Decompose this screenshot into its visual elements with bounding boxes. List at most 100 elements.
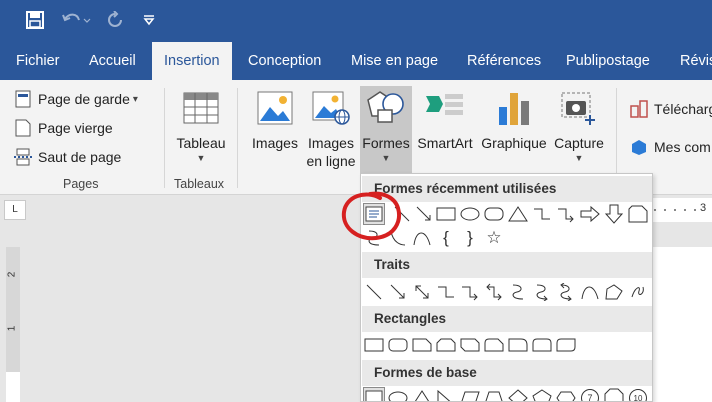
star-shape[interactable]: ☆ [483,227,505,249]
chart-label: Graphique [481,135,547,151]
heptagon-shape[interactable]: 7 [579,387,601,401]
arrow-line-shape[interactable] [413,203,435,225]
capture-button[interactable]: Capture ▼ [552,86,606,170]
tab-publipostage[interactable]: Publipostage [566,42,650,80]
curved-double-arrow-connector-shape[interactable] [555,281,577,303]
chevron-down-icon: ▼ [381,153,391,163]
rectangle-shape[interactable] [435,203,457,225]
pentagon-shape[interactable] [531,387,553,401]
rounded-rectangle-shape[interactable] [483,203,505,225]
rounded-rectangle-shape[interactable] [387,334,409,356]
elbow-arrow-connector-shape[interactable] [555,203,577,225]
image-icon [253,86,297,130]
line-shape[interactable] [363,281,385,303]
shapes-gallery: Formes récemment utilisées { } ☆ Traits … [360,173,653,402]
triangle-shape[interactable] [507,203,529,225]
left-brace-shape[interactable]: { [435,227,457,249]
right-arrow-shape[interactable] [579,203,601,225]
online-images-button[interactable]: Images en ligne [304,86,358,170]
undo-icon[interactable] [60,9,92,31]
octagon-shape[interactable] [603,387,625,401]
curved-connector-shape[interactable] [507,281,529,303]
smartart-button[interactable]: SmartArt [414,86,476,170]
snip-corner-rectangle-shape[interactable] [411,334,433,356]
blank-page-button[interactable]: Page vierge [14,117,113,139]
document-page[interactable] [653,247,712,402]
elbow-connector-shape[interactable] [531,203,553,225]
snip-rectangle-shape[interactable] [627,203,649,225]
right-triangle-shape[interactable] [435,387,457,401]
images-label: Images [252,135,298,151]
tab-conception[interactable]: Conception [248,42,321,80]
oval-shape[interactable] [459,203,481,225]
tab-accueil[interactable]: Accueil [89,42,136,80]
section-recent-shapes: Formes récemment utilisées [362,176,652,202]
snip-same-side-rectangle-shape[interactable] [435,334,457,356]
blank-page-label: Page vierge [38,120,113,136]
right-brace-shape[interactable]: } [459,227,481,249]
screenshot-icon [557,86,601,130]
horizontal-ruler[interactable]: 3 [649,198,712,222]
scribble-shape[interactable] [627,281,649,303]
arrow-line-shape[interactable] [387,281,409,303]
oval-shape[interactable] [387,387,409,401]
chevron-down-icon: ▼ [574,153,584,163]
group-divider [164,88,165,188]
diamond-shape[interactable] [507,387,529,401]
snip-round-rectangle-shape[interactable] [483,334,505,356]
tab-mise-en-page[interactable]: Mise en page [351,42,438,80]
section-rectangles: Rectangles [362,306,652,332]
table-button[interactable]: Tableau ▼ [170,86,232,170]
tab-fichier[interactable]: Fichier [16,42,60,80]
ruler-number: 1 [6,325,18,332]
curved-connector-shape[interactable] [363,227,385,249]
tab-selector[interactable]: L [4,200,26,220]
elbow-connector-shape[interactable] [435,281,457,303]
line-shape[interactable] [391,203,413,225]
shapes-icon [364,86,408,130]
round-same-side-rectangle-shape[interactable] [531,334,553,356]
elbow-arrow-connector-shape[interactable] [459,281,481,303]
customize-toolbar-icon[interactable] [140,9,158,31]
images-button[interactable]: Images [248,86,302,170]
text-box-shape[interactable] [363,387,385,401]
curve-shape[interactable] [387,227,409,249]
curve-shape[interactable] [579,281,601,303]
my-addins-button[interactable]: Mes com [630,136,711,158]
hexagon-shape[interactable] [555,387,577,401]
shapes-button[interactable]: Formes ▼ [360,86,412,176]
get-addins-label: Télécharg [654,101,712,117]
triangle-shape[interactable] [411,387,433,401]
double-arrow-line-shape[interactable] [411,281,433,303]
page-break-button[interactable]: Saut de page [14,146,121,168]
smartart-icon [423,86,467,130]
page-break-icon [14,148,32,166]
chevron-down-icon: ▾ [132,93,138,105]
elbow-double-arrow-connector-shape[interactable] [483,281,505,303]
rectangle-shape[interactable] [363,334,385,356]
freeform-shape[interactable] [603,281,625,303]
page-break-label: Saut de page [38,149,122,165]
snip-diagonal-rectangle-shape[interactable] [459,334,481,356]
redo-icon[interactable] [104,9,126,31]
online-images-label-1: Images [308,135,354,151]
tab-revision[interactable]: Révis [680,42,712,80]
cover-page-button[interactable]: Page de garde ▾ [14,88,138,110]
vertical-ruler[interactable]: 2 1 [6,247,20,372]
decagon-shape[interactable]: 10 [627,387,649,401]
curved-arrow-connector-shape[interactable] [531,281,553,303]
down-arrow-shape[interactable] [603,203,625,225]
tab-insertion[interactable]: Insertion [152,42,232,80]
get-addins-button[interactable]: Télécharg [630,98,712,120]
text-box-shape[interactable] [363,203,385,225]
capture-label: Capture [554,135,604,151]
arc-shape[interactable] [411,227,433,249]
parallelogram-shape[interactable] [459,387,481,401]
round-single-corner-rectangle-shape[interactable] [507,334,529,356]
trapezoid-shape[interactable] [483,387,505,401]
chart-button[interactable]: Graphique [478,86,550,170]
save-icon[interactable] [24,9,46,31]
pages-group-label: Pages [63,177,99,191]
round-diagonal-rectangle-shape[interactable] [555,334,577,356]
tab-references[interactable]: Références [467,42,541,80]
